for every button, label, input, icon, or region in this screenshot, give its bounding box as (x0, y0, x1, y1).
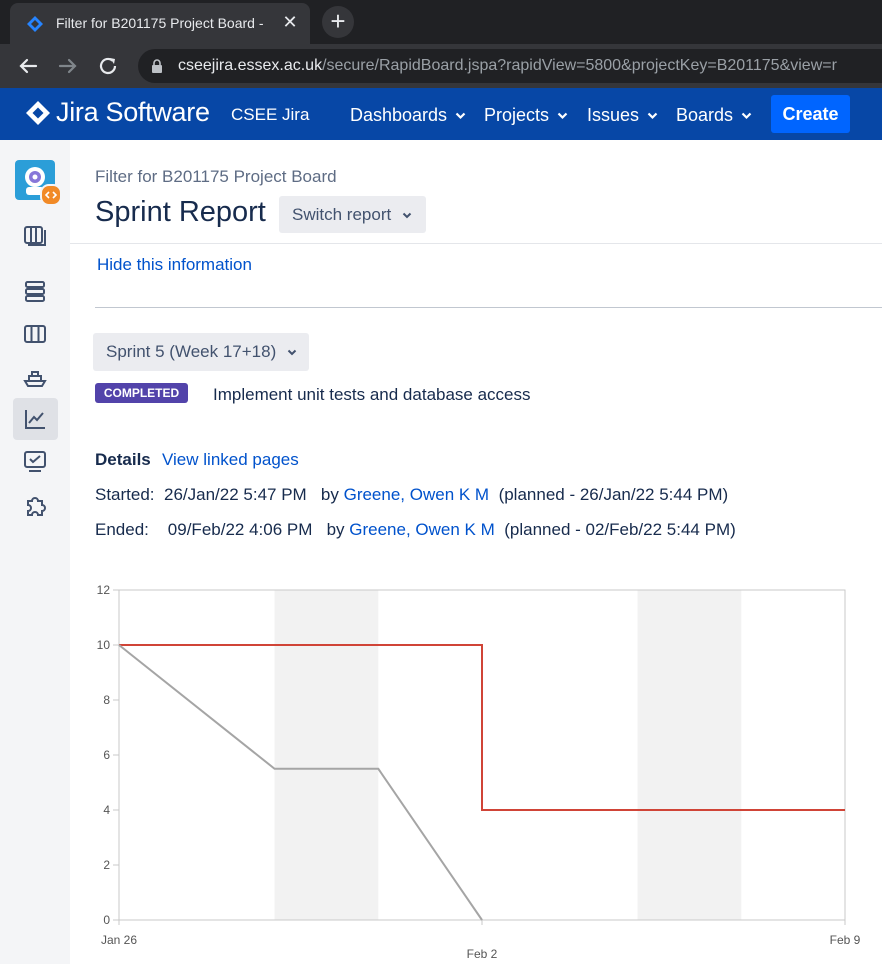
burndown-chart: 0 2 4 6 8 10 12 Jan 26 Feb 2 Feb 9 (97, 583, 861, 961)
y-tick-label: 0 (103, 913, 110, 927)
url-host: cseejira.essex.ac.uk (178, 57, 323, 74)
releases-icon[interactable] (22, 364, 48, 390)
switch-report-button[interactable]: Switch report (279, 196, 426, 233)
ended-user-link[interactable]: Greene, Owen K M (349, 520, 495, 539)
y-tick-label: 2 (103, 858, 110, 872)
y-tick-label: 10 (97, 638, 111, 652)
browser-tab-title: Filter for B201175 Project Board - (56, 15, 264, 31)
jira-instance-name: CSEE Jira (231, 105, 310, 124)
y-tick-label: 6 (103, 748, 110, 762)
browser-tab-bar: Filter for B201175 Project Board - ✕ + (0, 0, 882, 44)
jira-logo-icon[interactable] (25, 100, 51, 126)
ended-date: 09/Feb/22 4:06 PM (167, 520, 313, 539)
chevron-down-icon (402, 212, 412, 219)
nav-projects[interactable]: Projects (484, 105, 568, 126)
x-tick-label: Feb 9 (830, 933, 861, 947)
status-badge: COMPLETED (95, 383, 188, 403)
ended-row: Ended: 09/Feb/22 4:06 PM by Greene, Owen… (95, 520, 736, 540)
ended-label: Ended: (95, 520, 149, 539)
nav-dashboards[interactable]: Dashboards (350, 105, 466, 126)
breadcrumb[interactable]: Filter for B201175 Project Board (95, 167, 337, 187)
chevron-down-icon (287, 349, 297, 356)
reload-icon[interactable] (94, 52, 122, 80)
hide-information-link[interactable]: Hide this information (97, 255, 252, 275)
browser-tab[interactable]: Filter for B201175 Project Board - ✕ (10, 3, 310, 44)
ended-planned: (planned - 02/Feb/22 5:44 PM) (504, 520, 736, 539)
chevron-down-icon (741, 112, 752, 120)
chevron-down-icon (557, 112, 568, 120)
board-icon[interactable] (22, 222, 48, 248)
ended-by: by (326, 520, 345, 539)
url-path: /secure/RapidBoard.jspa?rapidView=5800&p… (322, 57, 837, 74)
started-row: Started: 26/Jan/22 5:47 PM by Greene, Ow… (95, 485, 728, 505)
non-working-band (274, 590, 379, 920)
started-date: 26/Jan/22 5:47 PM (164, 485, 307, 504)
add-ons-icon[interactable] (22, 493, 48, 519)
nav-boards[interactable]: Boards (676, 105, 752, 126)
forward-icon[interactable] (54, 52, 82, 80)
header-divider (70, 243, 882, 244)
y-tick-label: 8 (103, 693, 110, 707)
details-label: Details (95, 450, 151, 469)
issues-icon[interactable] (22, 448, 48, 474)
backlog-icon[interactable] (22, 278, 48, 304)
address-bar[interactable]: cseejira.essex.ac.uk/secure/RapidBoard.j… (138, 49, 882, 83)
chevron-down-icon (647, 112, 658, 120)
chevron-down-icon (455, 112, 466, 120)
project-sidebar (0, 140, 70, 964)
code-badge-icon (40, 184, 62, 206)
new-tab-icon[interactable]: + (322, 6, 354, 38)
active-sprints-icon[interactable] (22, 321, 48, 347)
url-text: cseejira.essex.ac.uk/secure/RapidBoard.j… (178, 57, 837, 75)
close-tab-icon[interactable]: ✕ (280, 12, 300, 32)
jira-favicon-icon (27, 16, 43, 32)
started-by: by (320, 485, 339, 504)
started-label: Started: (95, 485, 155, 504)
x-tick-label: Jan 26 (101, 933, 137, 947)
jira-header: Jira Software CSEE Jira Dashboards Proje… (0, 88, 882, 140)
nav-issues[interactable]: Issues (587, 105, 658, 126)
view-linked-pages-link[interactable]: View linked pages (162, 450, 299, 470)
y-tick-label: 12 (97, 583, 111, 597)
y-tick-label: 4 (103, 803, 110, 817)
sprint-goal: Implement unit tests and database access (213, 385, 531, 404)
browser-toolbar: cseejira.essex.ac.uk/secure/RapidBoard.j… (0, 44, 882, 88)
started-user-link[interactable]: Greene, Owen K M (344, 485, 490, 504)
back-icon[interactable] (14, 52, 42, 80)
sprint-select[interactable]: Sprint 5 (Week 17+18) (93, 333, 309, 371)
started-planned: (planned - 26/Jan/22 5:44 PM) (498, 485, 729, 504)
non-working-band (637, 590, 742, 920)
page-title: Sprint Report (95, 196, 266, 228)
lock-icon (152, 59, 162, 73)
jira-brand[interactable]: Jira Software (56, 97, 210, 128)
x-tick-label: Feb 2 (467, 947, 498, 961)
create-button[interactable]: Create (771, 95, 850, 133)
info-divider (95, 307, 882, 308)
reports-icon[interactable] (22, 406, 48, 432)
